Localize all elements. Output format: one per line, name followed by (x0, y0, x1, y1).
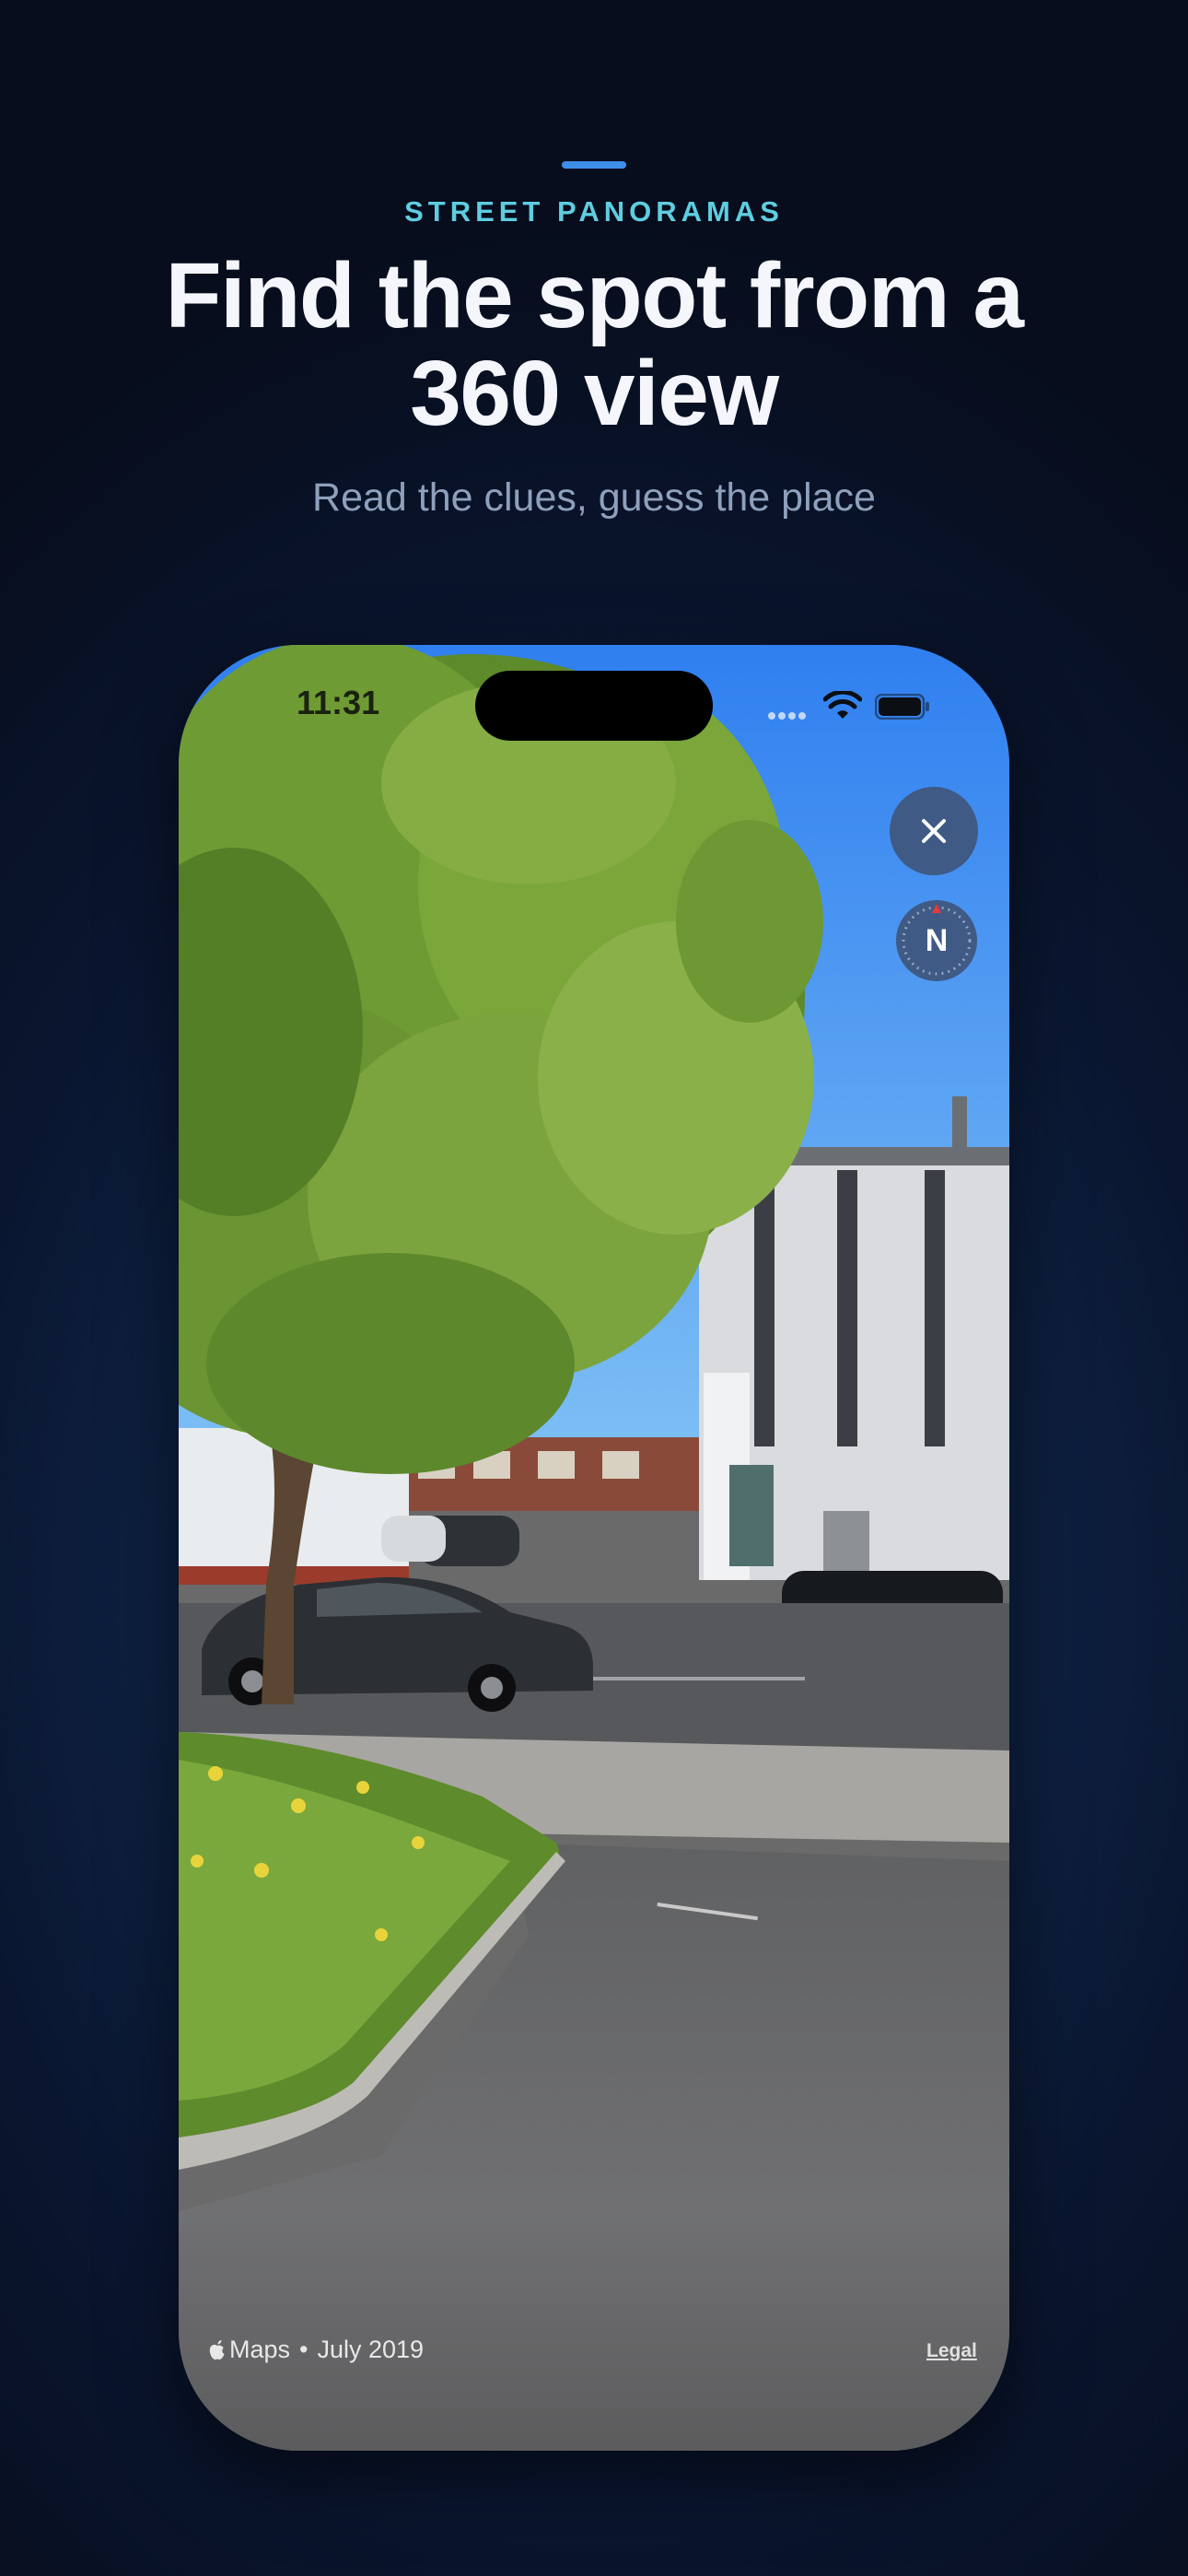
headline: Find the spot from a 360 view (165, 244, 1024, 445)
street-panorama-view[interactable] (179, 645, 1009, 2451)
eyebrow-label: STREET PANORAMAS (404, 195, 784, 228)
close-icon (922, 819, 946, 843)
apple-logo-icon (209, 2339, 225, 2359)
attribution-provider: Maps (229, 2336, 291, 2363)
subheadline: Read the clues, guess the place (312, 475, 876, 520)
phone-mockup: 11:31 N Maps • July 2019 Legal (179, 645, 1009, 2451)
accent-bar (562, 161, 626, 169)
dynamic-island (475, 671, 713, 741)
compass-button[interactable]: N (896, 900, 977, 981)
wifi-icon (823, 691, 862, 719)
battery-icon (875, 694, 929, 720)
cellular-signal-icon (768, 708, 810, 720)
maps-attribution: Maps • July 2019 (208, 2336, 424, 2364)
compass-north-label: N (925, 923, 949, 958)
status-time: 11:31 (297, 684, 380, 721)
legal-link[interactable]: Legal (926, 2340, 977, 2362)
attribution-separator: • (299, 2336, 309, 2363)
close-button[interactable] (890, 787, 978, 875)
attribution-date: July 2019 (317, 2336, 425, 2363)
